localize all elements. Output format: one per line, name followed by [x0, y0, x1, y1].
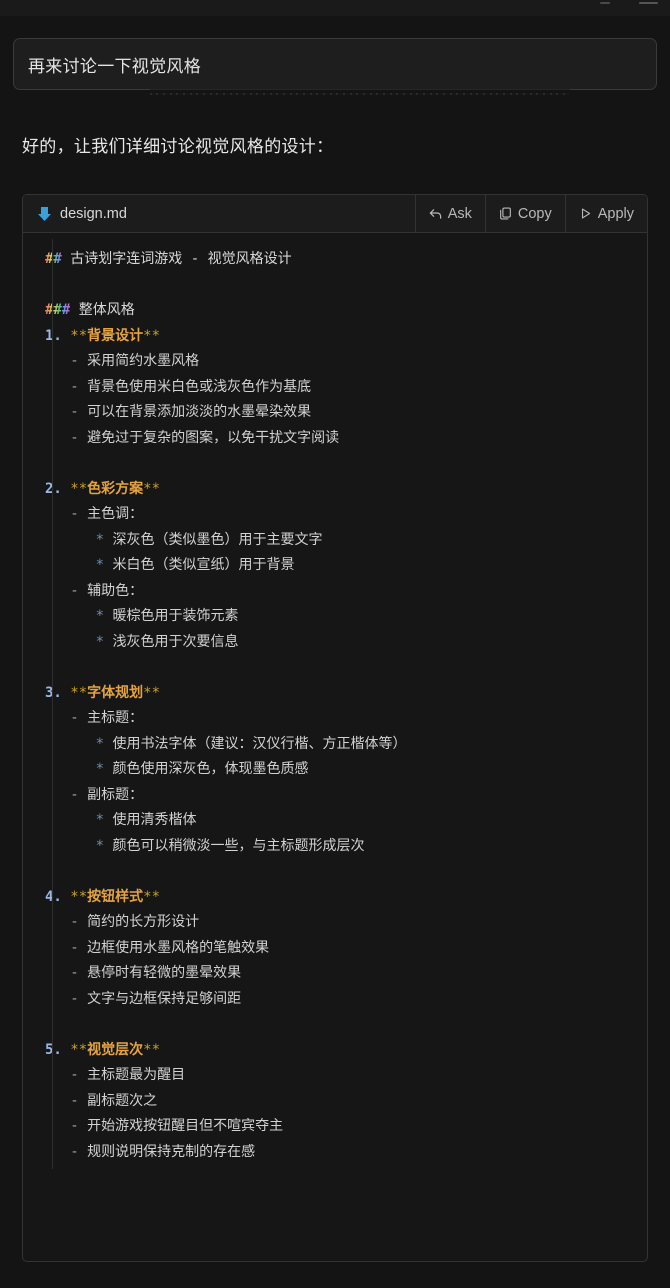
- code-line: - 悬停时有轻微的墨晕效果: [70, 965, 242, 981]
- code-line: - 辅助色：: [70, 582, 144, 599]
- code-line: * 颜色可以稍微淡一些，与主标题形成层次: [95, 837, 365, 854]
- prompt-input-value[interactable]: 再来讨论一下视觉风格: [28, 52, 201, 77]
- code-line: 4. **按钮样式**: [45, 888, 161, 905]
- code-block-filename: design.md: [60, 205, 127, 222]
- copy-button-label: Copy: [517, 205, 552, 222]
- code-line: 3. **字体规划**: [45, 684, 161, 701]
- code-block: design.md Ask Copy Apply ## 古诗划字连词游戏 - 视…: [22, 194, 648, 1262]
- code-line: 5. **视觉层次**: [45, 1041, 161, 1058]
- code-line: ### 整体风格: [45, 302, 135, 318]
- code-line: * 浅灰色用于次要信息: [95, 633, 239, 650]
- minimize-icon[interactable]: [600, 2, 610, 4]
- code-line: * 深灰色（类似墨色）用于主要文字: [95, 531, 323, 548]
- code-line: - 采用简约水墨风格: [70, 353, 200, 369]
- code-line: - 避免过于复杂的图案，以免干扰文字阅读: [70, 429, 340, 446]
- apply-button-label: Apply: [597, 205, 634, 222]
- prompt-input-box[interactable]: 再来讨论一下视觉风格: [13, 38, 657, 90]
- code-line: 2. **色彩方案**: [45, 480, 161, 497]
- code-line: 1. **背景设计**: [45, 327, 161, 344]
- code-line: * 暖棕色用于装饰元素: [95, 608, 239, 624]
- play-triangle-icon: [581, 208, 590, 219]
- code-line: - 副标题：: [70, 786, 144, 803]
- collapsed-element-strip: [150, 93, 570, 95]
- code-line: - 文字与边框保持足够间距: [70, 990, 242, 1007]
- indent-guide-line: [52, 239, 53, 1169]
- collapsed-element-divider: [150, 89, 570, 90]
- code-line: ## 古诗划字连词游戏 - 视觉风格设计: [45, 251, 292, 267]
- code-line: - 主标题最为醒目: [70, 1067, 186, 1083]
- ask-button-label: Ask: [447, 205, 472, 222]
- code-line: - 主标题：: [70, 710, 144, 726]
- code-line: - 简约的长方形设计: [70, 914, 200, 930]
- apply-button[interactable]: Apply: [564, 195, 647, 232]
- code-line: * 使用清秀楷体: [95, 812, 197, 828]
- code-block-actions: Ask Copy Apply: [414, 195, 647, 232]
- markdown-down-arrow-icon: [38, 206, 51, 221]
- reply-arrow-icon: [429, 209, 441, 219]
- code-line: - 边框使用水墨风格的笔触效果: [70, 939, 270, 956]
- code-line: * 颜色使用深灰色，体现墨色质感: [95, 761, 309, 777]
- code-line: * 米白色（类似宣纸）用于背景: [95, 557, 295, 573]
- code-line: - 背景色使用米白色或浅灰色作为基底: [70, 378, 312, 395]
- maximize-icon[interactable]: [639, 2, 658, 4]
- code-line: - 主色调：: [70, 506, 144, 522]
- code-block-body[interactable]: ## 古诗划字连词游戏 - 视觉风格设计 ### 整体风格 1. **背景设计**…: [23, 233, 647, 1175]
- code-line: - 开始游戏按钮醒目但不喧宾夺主: [70, 1118, 284, 1134]
- code-block-header: design.md Ask Copy Apply: [23, 195, 647, 233]
- assistant-reply-text: 好的，让我们详细讨论视觉风格的设计：: [22, 137, 334, 156]
- ask-button[interactable]: Ask: [414, 195, 485, 232]
- window-top-bar: [0, 0, 670, 16]
- code-block-file[interactable]: design.md: [23, 195, 415, 232]
- code-line: - 副标题次之: [70, 1092, 158, 1109]
- copy-button[interactable]: Copy: [484, 195, 565, 232]
- code-lines: ## 古诗划字连词游戏 - 视觉风格设计 ### 整体风格 1. **背景设计**…: [23, 247, 647, 1165]
- copy-icon: [499, 207, 511, 220]
- code-line: * 使用书法字体（建议：汉仪行楷、方正楷体等）: [95, 735, 407, 752]
- code-line: - 规则说明保持克制的存在感: [70, 1143, 256, 1160]
- code-line: - 可以在背景添加淡淡的水墨晕染效果: [70, 404, 312, 420]
